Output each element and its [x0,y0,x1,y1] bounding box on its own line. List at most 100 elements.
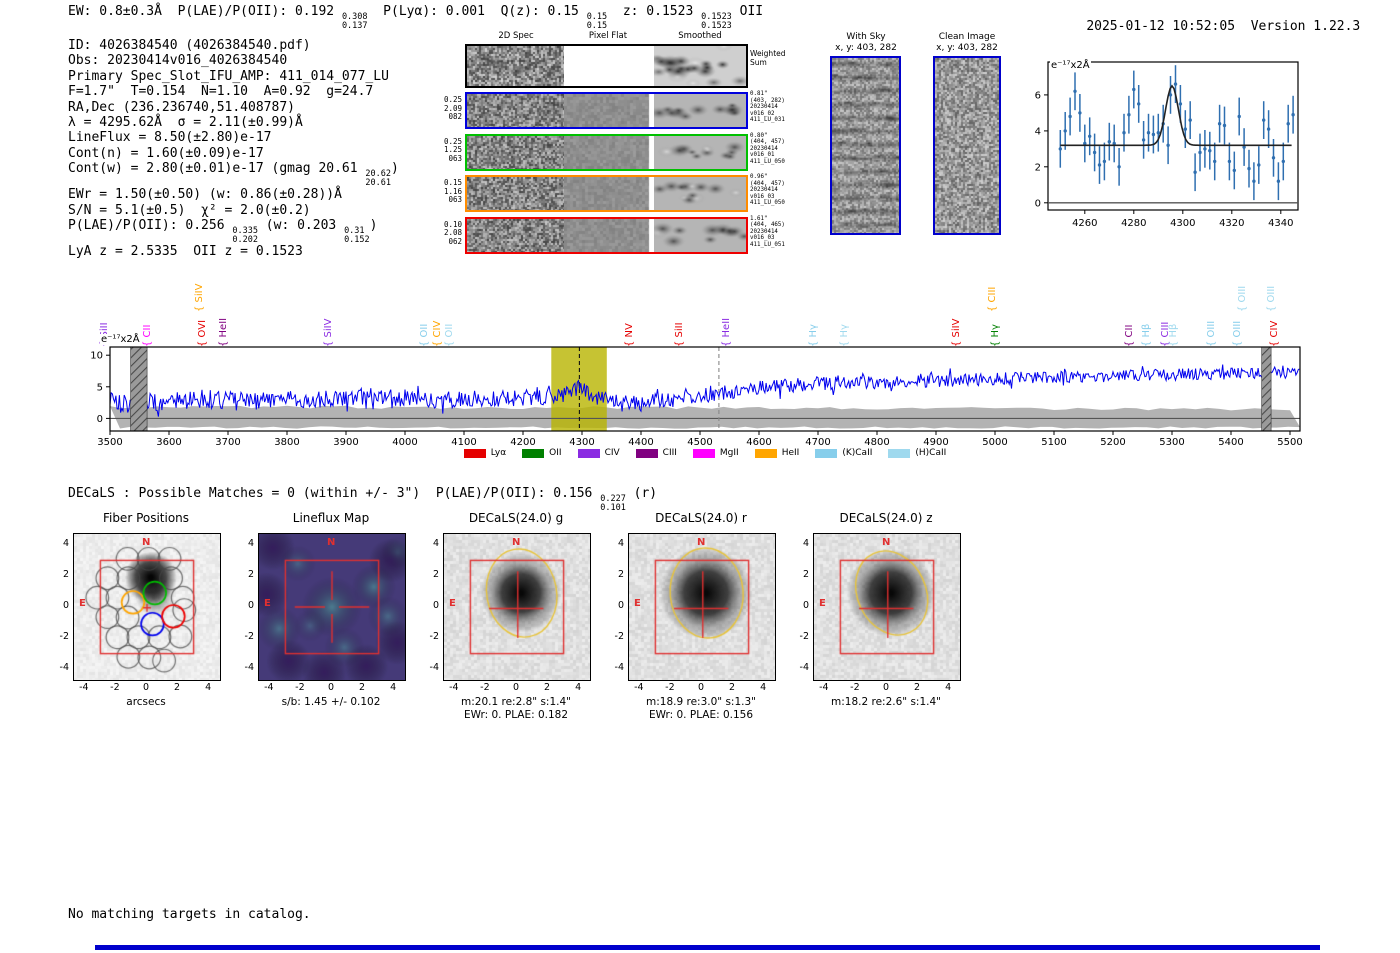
x-tick-label: -2 [110,682,120,693]
x-tick-label: -4 [79,682,89,693]
cutout-title-0: Fiber Positions [102,511,190,525]
compass-north-label: N [327,537,336,548]
x-tick-label: -2 [480,682,490,693]
fiber-row-annotation: 0.81" (403, 282) 20230414 v016_02 411_LU_031 [750,91,810,124]
info-8-text-0: Cont(w) = 2.80(±0.01)e-17 (gmag 20.61 [68,161,366,177]
line-label-Hγ: { Hγ [839,324,850,347]
info-line-8: Cont(w) = 2.80(±0.01)e-17 (gmag 20.61 20… [68,161,399,187]
svg-text:3600: 3600 [156,437,181,448]
line-label-Hβ: { Hβ [1141,323,1152,347]
fiber-row-2dspec-image [467,135,564,169]
fiber-row-annotation: 1.61" (404, 465) 20230414 v016_03 411_LU_051 [750,216,810,249]
elixer-report-page: EW: 0.8±0.3Å P(LAE)/P(OII): 0.192 0.308 0… [0,0,1400,953]
compass-east-label: E [264,598,271,610]
y-tick-label: 2 [62,568,69,580]
cutout-caption-0: m:18.2 re:2.6" s:1.4" [831,696,941,708]
summary-range-5: 0.1523 0.1523 [701,13,732,30]
weighted-sum-label: Weighted Sum [750,49,786,67]
line-label-SiII: { SiII [674,322,685,347]
fiber-row-annotation-line: v016_03 [750,235,775,242]
info-line-0: ID: 4026384540 (4026384540.pdf) [68,38,399,53]
y-tick-label: -4 [244,662,254,674]
y-tick-label: -4 [429,662,439,674]
y-tick-label: 4 [432,537,439,549]
legend-item-(H)CaII: (H)CaII [888,448,946,458]
range-low: 0.15 [586,20,608,31]
weighted-sum-smoothed-image [654,46,746,86]
cutout-caption-0: m:20.1 re:2.8" s:1.4" [461,696,571,708]
x-tick-label: -4 [449,682,459,693]
svg-text:5: 5 [97,382,103,393]
x-tick-label: -2 [665,682,675,693]
fiber-row-annotation-line: (403, 282) [750,97,785,104]
svg-text:3700: 3700 [215,437,240,448]
svg-text:4500: 4500 [687,437,712,448]
summary-text-2: P(Lyα): 0.001 Q(z): 0.15 [367,4,587,19]
footer-note: No matching targets in catalog. Row inte… [68,876,311,953]
legend-label: Lyα [490,448,507,458]
fiber-row-annotation-line: 20230414 [750,145,778,152]
clean-image [935,58,999,233]
info-line-7: Cont(n) = 1.60(±0.09)e-17 [68,146,399,161]
line-label-Hβ: { Hβ [1168,323,1179,347]
col-header-2dspec: 2D Spec [498,31,534,41]
y-tick-label: 4 [617,537,624,549]
withsky-title: With Sky [846,32,886,42]
info-5-text-0: λ = 4295.62Å σ = 2.11(±0.99)Å [68,115,303,131]
fiber-row-annotation-line: 20230414 [750,228,778,235]
y-tick-label: 0 [432,600,439,611]
col-header-pixelflat: Pixel Flat [588,31,628,41]
svg-text:4: 4 [1035,126,1041,137]
svg-text:4300: 4300 [1170,218,1195,229]
x-tick-label: 2 [729,682,736,693]
x-tick-label: 4 [575,682,582,693]
summary-header: EW: 0.8±0.3Å P(LAE)/P(OII): 0.192 0.308 0… [68,4,763,30]
y-tick-label: 2 [617,568,624,580]
fiber-row-annotation-line: (404, 457) [750,180,785,187]
svg-text:4260: 4260 [1072,218,1097,229]
cutout-image-decals [443,533,591,681]
fiber-row-annotation-line: 1.61" [750,215,768,222]
x-tick-label: 2 [914,682,921,693]
clean-image-header: Clean Image x, y: 403, 282 [927,32,1007,54]
decals-match-header: DECaLS : Possible Matches = 0 (within +/… [68,486,657,512]
legend-item-CIII: CIII [635,448,677,458]
info-line-5: λ = 4295.62Å σ = 2.11(±0.99)Å [68,115,399,130]
legend-swatch [463,448,486,458]
svg-text:3800: 3800 [274,437,299,448]
compass-east-label: E [634,598,641,610]
fiber-row-left-label: 0.10 2.08 062 [438,220,462,247]
svg-text:4200: 4200 [510,437,535,448]
fiber-row-annotation-line: v016_02 [750,110,775,117]
svg-text:6: 6 [1035,90,1041,101]
info-4-text-0: RA,Dec (236.236740,51.408787) [68,99,295,115]
legend-label: (K)CaII [842,448,873,458]
y-tick-label: 2 [802,568,809,580]
legend-item-Lyα: Lyα [463,448,507,458]
svg-text:4000: 4000 [392,437,417,448]
line-fit-inset-chart: 0 2 4 6 4260 4280 4300 4320 4340 [1035,61,1299,229]
info-10-text-0: S/N = 5.1(±0.5) χ² = 2.0(±0.2) [68,202,311,218]
line-label-NV: { NV [624,323,635,347]
y-tick-label: -4 [59,662,69,674]
y-tick-label: 4 [802,537,809,549]
info-8-text-2: ) [391,161,399,177]
svg-text:4400: 4400 [628,437,653,448]
info-2-text-0: Primary Spec_Slot_IFU_AMP: 411_014_077_L… [68,68,389,84]
info-6-text-0: LineFlux = 8.50(±2.80)e-17 [68,130,272,146]
compass-north-label: N [142,537,151,548]
timestamp-version: 2025-01-12 10:52:05 Version 1.22.3 [1055,4,1360,49]
fiber-row-annotation-line: 20230414 [750,187,778,194]
fiber-row-annotation-line: 0.81" [750,91,768,97]
line-label-CII: { CII [142,324,153,347]
info-11-range-3: 0.31 0.152 [344,227,370,244]
compass-north-label: N [882,537,891,548]
fiber-row-smoothed-image [654,177,746,210]
summary-text-4: z: 0.1523 [607,4,702,19]
y-tick-label: -2 [429,631,439,643]
fiber-row-annotation-line: (404, 457) [750,139,785,146]
x-tick-label: 4 [760,682,767,693]
svg-text:4300: 4300 [569,437,594,448]
x-tick-label: 0 [142,682,150,693]
line-label-OIII: { OIII [1237,285,1248,312]
